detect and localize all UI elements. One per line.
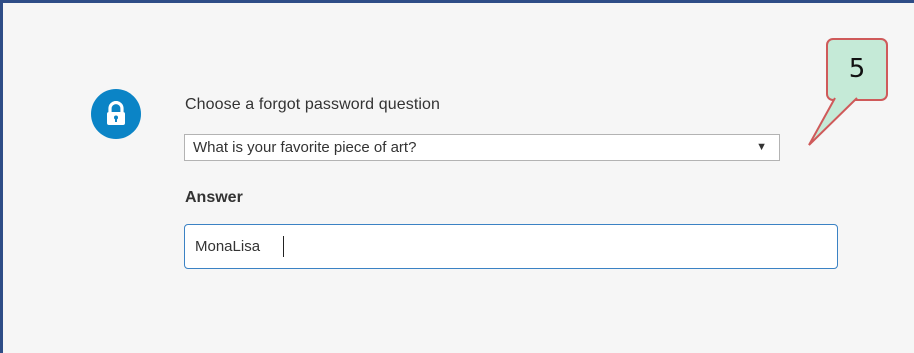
text-cursor: [283, 236, 284, 257]
step-callout: 5: [826, 38, 888, 101]
step-number: 5: [848, 54, 866, 84]
callout-pointer: [808, 97, 858, 146]
form-panel: [0, 0, 914, 353]
dropdown-arrow-icon[interactable]: ▼: [756, 141, 767, 153]
answer-label: Answer: [185, 189, 243, 206]
security-question-label: Choose a forgot password question: [185, 96, 441, 113]
lock-glyph: [107, 101, 125, 125]
lock-icon: [91, 89, 141, 139]
answer-value: MonaLisa: [195, 238, 261, 255]
security-question-select[interactable]: What is your favorite piece of art? ▼: [184, 134, 780, 161]
selected-question: What is your favorite piece of art?: [193, 139, 417, 156]
